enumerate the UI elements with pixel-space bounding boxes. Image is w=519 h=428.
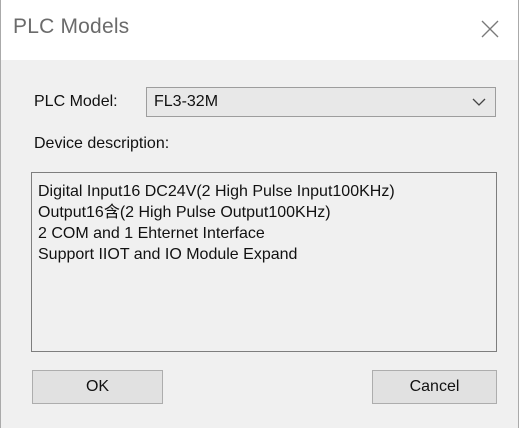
plc-model-label: PLC Model: xyxy=(34,93,118,110)
plc-model-selected-value: FL3-32M xyxy=(154,93,219,110)
title-bar: PLC Models xyxy=(1,0,518,60)
cancel-button[interactable]: Cancel xyxy=(372,370,497,404)
chevron-down-icon xyxy=(472,98,486,106)
ok-button[interactable]: OK xyxy=(32,370,163,404)
description-line: Support IIOT and IO Module Expand xyxy=(38,246,298,263)
device-description-label: Device description: xyxy=(34,135,170,152)
close-button[interactable] xyxy=(471,8,511,48)
window-title: PLC Models xyxy=(13,15,130,38)
device-description-text[interactable]: Digital Input16 DC24V(2 High Pulse Input… xyxy=(31,172,497,352)
description-line: Output16含(2 High Pulse Output100KHz) xyxy=(38,204,331,221)
plc-model-select[interactable]: FL3-32M xyxy=(146,87,496,117)
description-line: Digital Input16 DC24V(2 High Pulse Input… xyxy=(38,183,395,200)
description-line: 2 COM and 1 Ehternet Interface xyxy=(38,225,265,242)
close-icon xyxy=(481,20,499,38)
dialog-content: PLC Model: FL3-32M Device description: D… xyxy=(1,60,518,428)
plc-models-dialog: PLC Models PLC Model: FL3-32M Device des… xyxy=(0,0,519,428)
